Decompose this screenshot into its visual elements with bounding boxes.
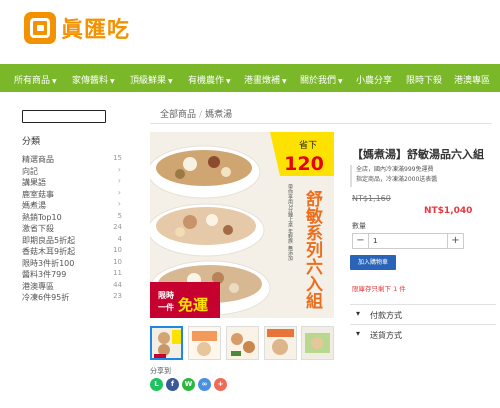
line-icon[interactable]: L [150, 378, 163, 391]
logo-text: 眞匯吃 [61, 18, 131, 43]
facebook-icon[interactable]: f [166, 378, 179, 391]
category-item[interactable]: 冷凍6件95折 23 [22, 292, 126, 304]
product-banner: 省下 120 舒敏系列六入組 帶你享用3分鐘上桌 年輕族 無添加 限時 一件 免… [150, 132, 334, 318]
product-main-image[interactable]: 省下 120 舒敏系列六入組 帶你享用3分鐘上桌 年輕族 無添加 限時 一件 免… [150, 132, 334, 318]
payment-methods-toggle[interactable]: ▾ 付款方式 [350, 304, 496, 324]
nav-item-all-products[interactable]: 所有商品 ▼ [14, 73, 57, 86]
caret-down-icon: ▼ [226, 78, 231, 85]
category-item[interactable]: 向記 › [22, 164, 126, 178]
nav-item-hk-macau[interactable]: 港澳專區 [454, 73, 490, 86]
main-nav: 所有商品 ▼ 家傳醬料 ▼ 頂級鮮果 ▼ 有機農作 ▼ 港畫燉補 ▼ 關於我們 ▼ 小農分享… [0, 64, 500, 92]
thumbnail[interactable] [188, 326, 221, 360]
stock-notice: 限庫存只剩下 1 件 [352, 285, 406, 293]
category-item[interactable]: 熱銷Top10 5 [22, 212, 126, 224]
product-title: 【媽煮湯】舒敏湯品六入組 [352, 148, 484, 161]
category-item[interactable]: 限時3件折100 10 [22, 258, 126, 270]
category-title: 分類 [22, 137, 41, 147]
share-label: 分享到 [150, 367, 171, 375]
caret-down-icon: ▼ [338, 78, 343, 85]
sidebar: 分類 精選商品 15 向記 › 講果語 › 鹿室菇事 › 媽煮湯 › 熱銷Top10 5 激… [22, 106, 126, 302]
info-accordion: ▾ 付款方式 ▾ 送貨方式 [350, 304, 496, 344]
chevron-down-icon: ▾ [356, 309, 361, 318]
chevron-right-icon: › [117, 199, 121, 208]
quantity-plus-button[interactable]: + [447, 234, 463, 248]
thumbnail[interactable] [150, 326, 183, 360]
nav-item-fruits[interactable]: 頂級鮮果 ▼ [130, 73, 173, 86]
breadcrumb-current: 媽煮湯 [205, 110, 233, 120]
whatsapp-icon[interactable]: W [182, 378, 195, 391]
chevron-down-icon: ▾ [356, 329, 361, 338]
chevron-right-icon: › [117, 164, 121, 174]
caret-down-icon: ▼ [52, 78, 57, 85]
nav-item-flash-sale[interactable]: 限時下殺 [406, 73, 442, 86]
link-icon[interactable]: ∞ [198, 378, 211, 391]
site-header: 眞匯吃 [0, 0, 500, 64]
nav-item-farmers[interactable]: 小農分享 [356, 73, 392, 86]
nav-item-sauces[interactable]: 家傳醬料 ▼ [72, 73, 115, 86]
banner-save-label: 省下 [299, 139, 317, 151]
nav-item-organic[interactable]: 有機農作 ▼ [188, 73, 231, 86]
quantity-label: 數量 [352, 222, 366, 230]
chevron-right-icon: › [117, 176, 121, 185]
banner-corner-big: 免運 [178, 296, 209, 314]
caret-down-icon: ▼ [282, 78, 287, 85]
quantity-stepper: − 1 + [352, 233, 464, 249]
banner-save-amount: 120 [284, 153, 324, 175]
thumbnail[interactable] [264, 326, 297, 360]
category-item[interactable]: 港澳專區 44 [22, 281, 126, 293]
quantity-minus-button[interactable]: − [353, 234, 369, 248]
banner-corner-top: 限時 [158, 290, 174, 300]
breadcrumb-separator: / [199, 110, 203, 120]
caret-down-icon: ▼ [110, 78, 115, 85]
category-item[interactable]: 鹿室菇事 › [22, 187, 126, 201]
logo-icon [24, 12, 56, 44]
category-item[interactable]: 講果語 › [22, 176, 126, 189]
nav-item-stews[interactable]: 港畫燉補 ▼ [244, 73, 287, 86]
search-input[interactable] [22, 110, 106, 123]
category-item[interactable]: 香菇木耳9折起 10 [22, 246, 126, 258]
shipping-methods-toggle[interactable]: ▾ 送貨方式 [350, 324, 496, 344]
thumbnail[interactable] [226, 326, 259, 360]
banner-side-note: 帶你享用3分鐘上桌 年輕族 無添加 [287, 183, 293, 261]
sale-price: NT$1,040 [424, 206, 473, 216]
category-list: 精選商品 15 向記 › 講果語 › 鹿室菇事 › 媽煮湯 › 熱銷Top10 5 激省下殺… [22, 154, 126, 304]
category-item[interactable]: 媽煮湯 › [22, 199, 126, 212]
plus-icon[interactable]: + [214, 378, 227, 391]
original-price: NT$1,160 [352, 194, 391, 203]
banner-headline: 舒敏系列六入組 [302, 189, 324, 309]
category-item[interactable]: 即期良品5折起 4 [22, 235, 126, 247]
category-item[interactable]: 醬料3件799 11 [22, 269, 126, 281]
category-item[interactable]: 精選商品 15 [22, 154, 126, 166]
breadcrumb-link-all[interactable]: 全部商品 [160, 110, 196, 120]
divider [150, 123, 492, 124]
add-to-cart-button[interactable]: 加入購物車 [350, 255, 396, 270]
chevron-right-icon: › [117, 187, 121, 197]
banner-corner-mid: 一件 [158, 302, 174, 312]
description-line: 指定商品，冷凍滿2000送表醬 [356, 176, 438, 183]
quantity-input[interactable]: 1 [373, 234, 377, 248]
breadcrumb: 全部商品 / 媽煮湯 [160, 107, 232, 120]
thumbnail-strip [150, 326, 334, 360]
caret-down-icon: ▼ [168, 78, 173, 85]
category-item[interactable]: 激省下殺 24 [22, 223, 126, 235]
product-description: 全店，國內冷凍滿999免運費 指定商品，冷凍滿2000送表醬 [350, 165, 464, 187]
nav-item-about[interactable]: 關於我們 ▼ [300, 73, 343, 86]
site-logo[interactable]: 眞匯吃 [24, 12, 130, 44]
thumbnail[interactable] [301, 326, 334, 360]
description-line: 全店，國內冷凍滿999免運費 [356, 166, 434, 173]
